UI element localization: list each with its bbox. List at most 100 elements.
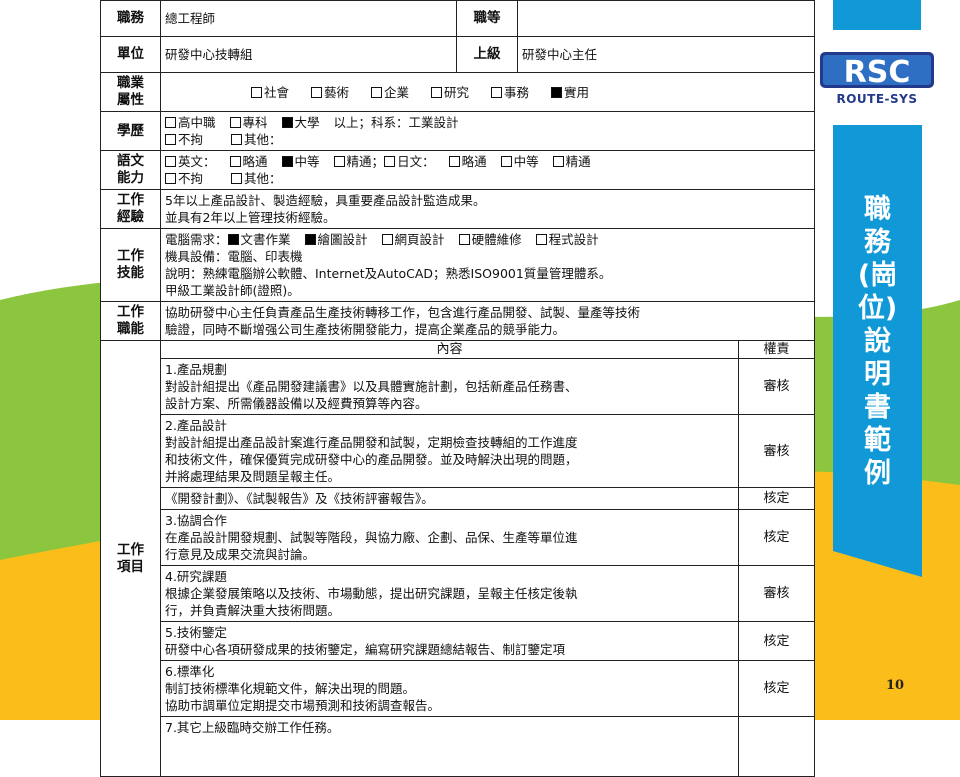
checkbox xyxy=(552,156,564,167)
attribute-option-enterprise: 企業 xyxy=(371,85,409,100)
skills-certificate: 甲級工業設計師(證照)。 xyxy=(165,283,300,298)
attribute-options: 社會 藝術 企業 研究 事務 實用 xyxy=(160,72,815,112)
page-number: 10 xyxy=(885,678,905,693)
job-description-document: 職務 總工程師 職等 單位 研發中心技轉組 上級 研發中心主任 職業 屬性 社會… xyxy=(100,0,815,777)
item-authority: 核定 xyxy=(738,487,815,510)
title-char: 範 xyxy=(864,425,891,456)
skill-web: 網頁設計 xyxy=(394,232,445,247)
item-row: 6.標準化 制訂技術標準化規範文件，解決出現的問題。 協助市調單位定期提交市場預… xyxy=(101,660,815,717)
language-english: 英文： xyxy=(178,154,216,169)
item-line: 制訂技術標準化規範文件，解決出現的問題。 xyxy=(165,681,416,696)
item-row: 4.研究課題 根據企業發展策略以及技術、市場動態，提出研究課題，呈報主任核定後執… xyxy=(101,565,815,622)
english-basic: 略通 xyxy=(242,154,268,169)
title-char: 職 xyxy=(864,194,891,225)
checkbox xyxy=(448,156,460,167)
item-authority: 核定 xyxy=(738,509,815,566)
education-opt-university: 大學 xyxy=(294,115,320,130)
experience-line-1: 5年以上產品設計、製造經驗，具重要產品設計監造成果。 xyxy=(165,193,486,208)
item-line: 研發中心各項研發成果的技術鑒定，編寫研究課題總結報告、制訂鑒定項 xyxy=(165,642,566,657)
option-label: 藝術 xyxy=(324,84,350,100)
function-line-1: 協助研發中心主任負責產品生產技術轉移工作，包含進行產品開發、試製、量產等技術 xyxy=(165,305,641,320)
language-options: 英文： 略通 中等 精通； 日文： 略通 中等 精通 不拘 其他： xyxy=(160,150,815,190)
skill-hardware: 硬體維修 xyxy=(471,232,522,247)
checkbox-checked xyxy=(551,86,562,98)
skills-label-line-2: 技能 xyxy=(117,265,144,281)
language-label-line-2: 能力 xyxy=(117,170,144,186)
position-label: 職務 xyxy=(100,0,161,37)
checkbox-checked xyxy=(281,156,293,167)
item-content: 1.產品規劃 對設計組提出《產品開發建議書》以及具體實施計劃，包括新產品任務書、… xyxy=(160,358,739,415)
item-line: 并將處理結果及問題呈報主任。 xyxy=(165,469,341,484)
item-authority: 核定 xyxy=(738,621,815,661)
education-opt-other: 其他： xyxy=(244,132,282,147)
function-text: 協助研發中心主任負責產品生產技術轉移工作，包含進行產品開發、試製、量產等技術 驗… xyxy=(160,301,815,341)
supervisor-value: 研發中心主任 xyxy=(517,36,815,73)
item-authority: 審核 xyxy=(738,358,815,415)
checkbox xyxy=(381,234,393,245)
function-label: 工作 職能 xyxy=(100,301,161,341)
row-attribute: 職業 屬性 社會 藝術 企業 研究 事務 實用 xyxy=(100,72,815,112)
title-char: 務 xyxy=(864,227,891,258)
computer-requirement-label: 電腦需求： xyxy=(165,232,228,247)
rank-label: 職等 xyxy=(456,0,518,37)
attribute-option-art: 藝術 xyxy=(311,85,349,100)
item-line: 行，并負責解決重大技術問題。 xyxy=(165,603,341,618)
item-title: 1.產品規劃 xyxy=(165,362,227,377)
japanese-fluent: 精通 xyxy=(565,154,591,169)
supervisor-label: 上級 xyxy=(456,36,518,73)
checkbox xyxy=(229,117,241,128)
item-row: 7.其它上級臨時交辦工作任務。 xyxy=(101,716,815,777)
language-other: 其他： xyxy=(244,171,282,186)
item-line: 對設計組提出《產品開發建議書》以及具體實施計劃，包括新產品任務書、 xyxy=(165,379,578,394)
checkbox xyxy=(165,117,176,128)
attribute-option-practical: 實用 xyxy=(551,85,589,100)
function-label-line-1: 工作 xyxy=(117,304,144,320)
education-major: 以上；科系：工業設計 xyxy=(333,115,459,130)
japanese-medium: 中等 xyxy=(513,154,539,169)
item-row: 2.產品設計 對設計組提出產品設計案進行產品開發和試製，定期檢查技轉組的工作進度… xyxy=(101,414,815,488)
title-char: 例 xyxy=(864,458,891,489)
rsc-logo-mark: RSC xyxy=(820,52,934,90)
item-content: 《開發計劃》、《試製報告》及《技術評審報告》。 xyxy=(160,487,739,510)
item-line: 根據企業發展策略以及技術、市場動態，提出研究課題，呈報主任核定後執 xyxy=(165,586,578,601)
attribute-option-affairs: 事務 xyxy=(491,85,529,100)
option-label: 企業 xyxy=(384,84,410,100)
item-line: 設計方案、所需儀器設備以及經費預算等內容。 xyxy=(165,396,428,411)
row-education: 學歷 高中職 專科 大學 以上；科系：工業設計 不拘 其他： xyxy=(100,111,815,151)
education-opt-college: 專科 xyxy=(242,115,268,130)
row-unit: 單位 研發中心技轉組 上級 研發中心主任 xyxy=(100,36,815,73)
item-line: 行意見及成果交流與討論。 xyxy=(165,547,316,562)
row-skills: 工作 技能 電腦需求： 文書作業 繪圖設計 網頁設計 硬體維修 程式設計 機具設備：電腦、… xyxy=(100,228,815,302)
checkbox-checked xyxy=(281,117,293,128)
education-options: 高中職 專科 大學 以上；科系：工業設計 不拘 其他： xyxy=(160,111,815,151)
experience-label: 工作 經驗 xyxy=(100,189,161,229)
english-medium: 中等 xyxy=(294,154,320,169)
unit-value: 研發中心技轉組 xyxy=(160,36,457,73)
language-japanese: 日文： xyxy=(397,154,435,169)
item-authority: 審核 xyxy=(738,414,815,488)
checkbox xyxy=(231,134,243,145)
skill-programming: 程式設計 xyxy=(548,232,599,247)
item-row: 1.產品規劃 對設計組提出《產品開發建議書》以及具體實施計劃，包括新產品任務書、… xyxy=(101,358,815,415)
skills-equipment: 機具設備：電腦、印表機 xyxy=(165,249,303,264)
content-header: 內容 xyxy=(160,340,739,359)
item-title: 2.產品設計 xyxy=(165,418,227,433)
title-char: 書 xyxy=(864,392,891,423)
checkbox xyxy=(491,86,502,98)
language-any: 不拘 xyxy=(178,171,204,186)
skill-drawing: 繪圖設計 xyxy=(317,232,368,247)
option-label: 實用 xyxy=(564,84,590,100)
row-language: 語文 能力 英文： 略通 中等 精通； 日文： 略通 中等 精通 不拘 其他： xyxy=(100,150,815,190)
checkbox xyxy=(371,86,382,98)
education-opt-any: 不拘 xyxy=(178,132,204,147)
items-label: 工作 項目 xyxy=(100,340,161,777)
english-fluent: 精通； xyxy=(346,154,385,169)
checkbox xyxy=(231,173,243,184)
option-label: 事務 xyxy=(504,84,530,100)
function-line-2: 驗證，同時不斷增强公司生產技術開發能力，提高企業產品的競爭能力。 xyxy=(165,322,566,337)
position-value: 總工程師 xyxy=(160,0,457,37)
item-line: 對設計組提出產品設計案進行產品開發和試製，定期檢查技轉組的工作進度 xyxy=(165,435,578,450)
item-title: 4.研究課題 xyxy=(165,569,227,584)
item-row: 3.協調合作 在產品設計開發規劃、試製等階段，與協力廠、企劃、品保、生產等單位進… xyxy=(101,509,815,566)
side-title: 職 務 (崗 位) 說 明 書 範 例 xyxy=(833,193,922,490)
